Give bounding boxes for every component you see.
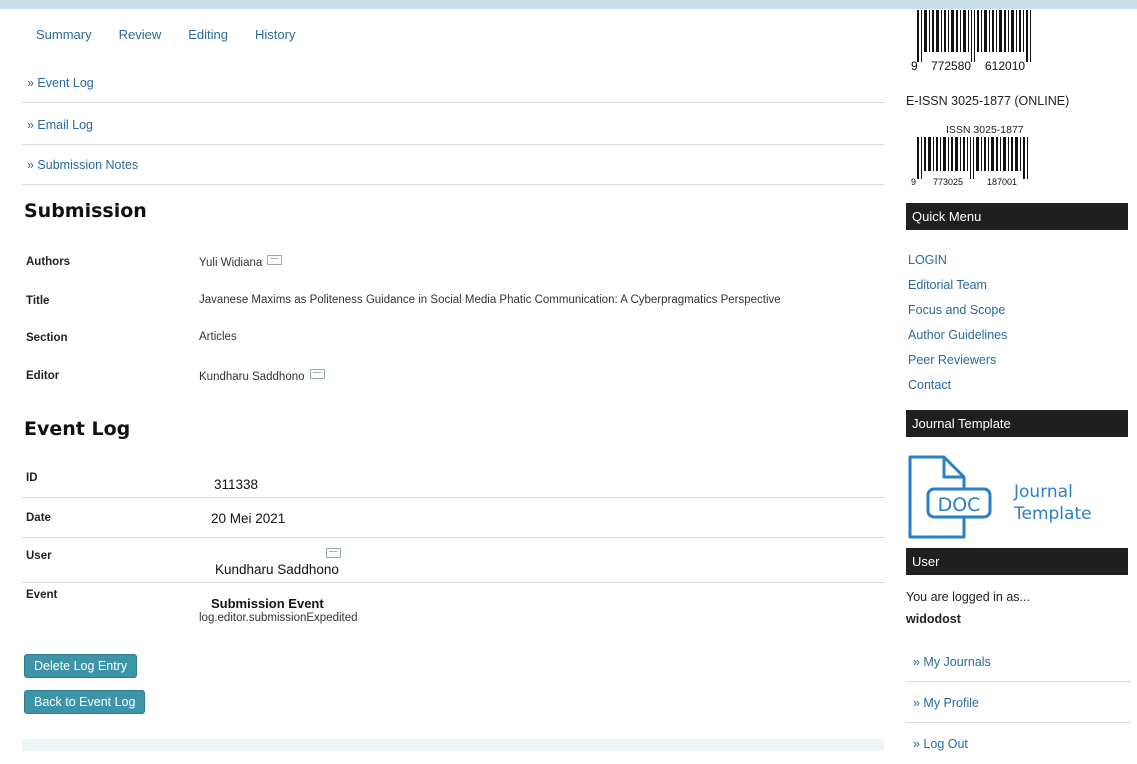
user-header: User — [906, 548, 1128, 575]
quick-menu-peer-reviewers[interactable]: Peer Reviewers — [908, 353, 996, 367]
barcode1-digit-a: 9 — [911, 59, 918, 73]
username: widodost — [906, 612, 961, 626]
editor-name: Kundharu Saddhono — [199, 371, 305, 383]
quick-menu-contact[interactable]: Contact — [908, 378, 951, 392]
event-label: Event — [26, 589, 58, 601]
email-icon[interactable] — [267, 255, 283, 265]
quick-menu-login[interactable]: LOGIN — [908, 253, 947, 267]
tab-editing[interactable]: Editing — [188, 27, 228, 42]
top-bar — [0, 0, 1137, 9]
journal-template-card[interactable]: DOC Journal Template — [906, 455, 1106, 540]
doc-file-icon: DOC Journal Template — [908, 455, 1092, 539]
authors-value: Yuli Widiana — [199, 255, 283, 269]
id-value: 311338 — [214, 477, 259, 492]
quick-menu-header: Quick Menu — [906, 203, 1128, 230]
user-label: User — [26, 550, 52, 562]
doc-label: DOC — [938, 494, 981, 516]
email-log-link[interactable]: » Email Log — [27, 118, 883, 132]
delete-log-entry-button[interactable]: Delete Log Entry — [24, 654, 138, 678]
date-label: Date — [26, 512, 51, 524]
title-label: Title — [26, 295, 50, 307]
submission-heading: Submission — [24, 200, 147, 222]
divider — [22, 497, 884, 498]
email-icon[interactable] — [326, 548, 341, 558]
author-name: Yuli Widiana — [199, 257, 263, 269]
editor-label: Editor — [26, 370, 60, 382]
divider — [22, 144, 884, 145]
eissn-barcode: 9 772580 612010 — [911, 10, 1031, 73]
section-label: Section — [26, 332, 68, 344]
event-log-heading: Event Log — [24, 418, 131, 440]
tab-summary[interactable]: Summary — [36, 27, 92, 42]
journal-template-header: Journal Template — [906, 410, 1128, 437]
doc-caption-1: Journal — [1013, 482, 1073, 502]
submission-notes-link[interactable]: » Submission Notes — [27, 158, 883, 172]
id-label: ID — [26, 472, 38, 484]
date-value: 20 Mei 2021 — [211, 511, 286, 526]
user-value: Kundharu Saddhono — [215, 562, 339, 577]
divider — [22, 184, 884, 185]
tab-history[interactable]: History — [255, 27, 295, 42]
issn-barcode: 9 773025 187001 — [911, 137, 1028, 187]
barcode2-digit-a: 9 — [911, 177, 916, 187]
footer-band — [22, 739, 884, 751]
divider — [22, 102, 884, 103]
divider — [906, 722, 1131, 723]
log-out-link[interactable]: » Log Out — [913, 737, 968, 751]
authors-label: Authors — [26, 256, 71, 268]
event-log-link[interactable]: » Event Log — [27, 76, 883, 90]
quick-menu-focus-scope[interactable]: Focus and Scope — [908, 303, 1005, 317]
email-icon[interactable] — [309, 369, 325, 379]
barcode2-digit-c: 187001 — [987, 177, 1017, 187]
tab-review[interactable]: Review — [119, 27, 162, 42]
editor-value: Kundharu Saddhono — [199, 369, 325, 383]
title-value: Javanese Maxims as Politeness Guidance i… — [199, 294, 781, 306]
divider — [22, 537, 884, 538]
submission-tabs: Summary Review Editing History — [36, 27, 322, 42]
my-journals-link[interactable]: » My Journals — [913, 655, 991, 669]
quick-menu-editorial-team[interactable]: Editorial Team — [908, 278, 987, 292]
issn-text: ISSN 3025-1877 — [946, 124, 1024, 136]
barcode1-digit-b: 772580 — [931, 59, 971, 73]
doc-caption-2: Template — [1013, 504, 1092, 524]
barcode1-digit-c: 612010 — [985, 59, 1025, 73]
logged-in-text: You are logged in as... — [906, 590, 1030, 604]
divider — [906, 681, 1131, 682]
divider — [22, 582, 884, 583]
quick-menu-author-guidelines[interactable]: Author Guidelines — [908, 328, 1007, 342]
my-profile-link[interactable]: » My Profile — [913, 696, 979, 710]
barcode2-digit-b: 773025 — [933, 177, 963, 187]
event-key: log.editor.submissionExpedited — [199, 612, 358, 624]
eissn-text: E-ISSN 3025-1877 (ONLINE) — [906, 94, 1070, 108]
event-title: Submission Event — [211, 596, 324, 611]
back-to-event-log-button[interactable]: Back to Event Log — [24, 690, 146, 714]
section-value: Articles — [199, 331, 237, 343]
